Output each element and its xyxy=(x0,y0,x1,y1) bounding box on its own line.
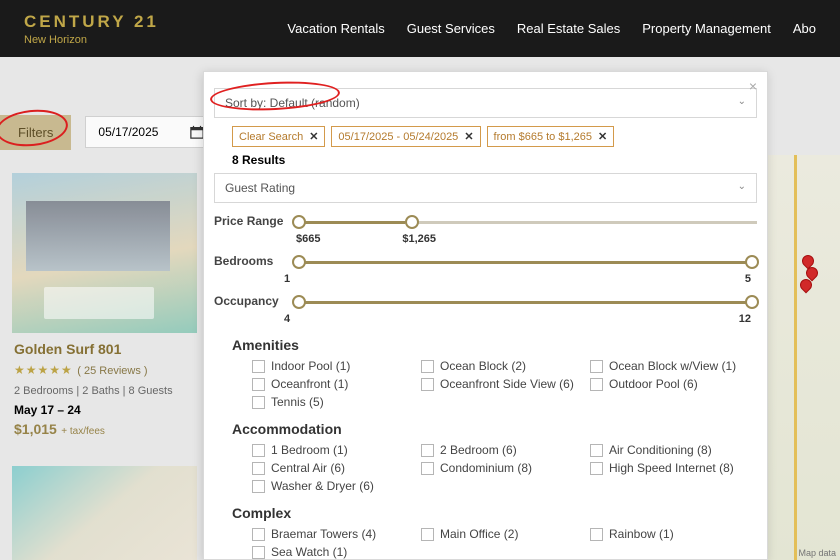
price-track[interactable] xyxy=(294,213,757,231)
complex-option[interactable]: Rainbow (1) xyxy=(590,527,749,541)
checkbox-icon[interactable] xyxy=(252,462,265,475)
nav-about[interactable]: Abo xyxy=(793,21,816,36)
main-nav: Vacation Rentals Guest Services Real Est… xyxy=(287,21,816,36)
checkbox-icon[interactable] xyxy=(252,528,265,541)
complex-heading: Complex xyxy=(232,505,767,521)
bedrooms-min-handle[interactable] xyxy=(292,255,306,269)
bedrooms-slider: Bedrooms 1 5 xyxy=(214,253,757,285)
filters-panel: × Sort by: Default (random) ⌄ Clear Sear… xyxy=(203,71,768,560)
amenities-grid: Indoor Pool (1) Ocean Block (2) Ocean Bl… xyxy=(252,359,749,409)
checkbox-icon[interactable] xyxy=(252,480,265,493)
occupancy-label: Occupancy xyxy=(214,294,286,308)
chevron-down-icon: ⌄ xyxy=(738,181,746,195)
chip-remove-icon[interactable]: ✕ xyxy=(464,130,473,143)
amenity-option[interactable]: Indoor Pool (1) xyxy=(252,359,411,373)
accommodation-option[interactable]: 1 Bedroom (1) xyxy=(252,443,411,457)
guest-rating-label: Guest Rating xyxy=(225,181,295,195)
checkbox-icon[interactable] xyxy=(590,378,603,391)
nav-real-estate-sales[interactable]: Real Estate Sales xyxy=(517,21,620,36)
occupancy-max-value: 12 xyxy=(739,313,751,325)
amenity-option[interactable]: Oceanfront Side View (6) xyxy=(421,377,580,391)
nav-vacation-rentals[interactable]: Vacation Rentals xyxy=(287,21,384,36)
price-max-handle[interactable] xyxy=(405,215,419,229)
accommodation-heading: Accommodation xyxy=(232,421,767,437)
price-min-value: $665 xyxy=(296,233,320,245)
results-count: 8 Results xyxy=(232,153,767,167)
accommodation-option[interactable]: 2 Bedroom (6) xyxy=(421,443,580,457)
price-range-label: Price Range xyxy=(214,214,286,228)
accommodation-option[interactable]: Condominium (8) xyxy=(421,461,580,475)
amenity-option[interactable]: Ocean Block w/View (1) xyxy=(590,359,749,373)
brand: CENTURY 21 New Horizon xyxy=(24,12,159,46)
occupancy-track[interactable] xyxy=(294,293,757,311)
nav-guest-services[interactable]: Guest Services xyxy=(407,21,495,36)
sort-dropdown[interactable]: Sort by: Default (random) ⌄ xyxy=(214,88,757,118)
accommodation-option[interactable]: Washer & Dryer (6) xyxy=(252,479,411,493)
bedrooms-track[interactable] xyxy=(294,253,757,271)
chip-date-range[interactable]: 05/17/2025 - 05/24/2025✕ xyxy=(331,126,480,147)
bedrooms-label: Bedrooms xyxy=(214,254,286,268)
chip-remove-icon[interactable]: ✕ xyxy=(598,130,607,143)
header-bar: CENTURY 21 New Horizon Vacation Rentals … xyxy=(0,0,840,57)
amenities-heading: Amenities xyxy=(232,337,767,353)
checkbox-icon[interactable] xyxy=(421,444,434,457)
checkbox-icon[interactable] xyxy=(421,360,434,373)
checkbox-icon[interactable] xyxy=(252,378,265,391)
checkbox-icon[interactable] xyxy=(252,360,265,373)
brand-main: CENTURY 21 xyxy=(24,12,159,32)
occupancy-max-handle[interactable] xyxy=(745,295,759,309)
bedrooms-max-handle[interactable] xyxy=(745,255,759,269)
accommodation-grid: 1 Bedroom (1) 2 Bedroom (6) Air Conditio… xyxy=(252,443,749,493)
price-range-slider: Price Range $665 $1,265 xyxy=(214,213,757,245)
checkbox-icon[interactable] xyxy=(421,528,434,541)
guest-rating-dropdown[interactable]: Guest Rating ⌄ xyxy=(214,173,757,203)
chip-clear-search[interactable]: Clear Search✕ xyxy=(232,126,325,147)
accommodation-option[interactable]: Central Air (6) xyxy=(252,461,411,475)
chip-price-range[interactable]: from $665 to $1,265✕ xyxy=(487,126,615,147)
occupancy-slider: Occupancy 4 12 xyxy=(214,293,757,325)
checkbox-icon[interactable] xyxy=(421,462,434,475)
checkbox-icon[interactable] xyxy=(590,444,603,457)
filter-chips: Clear Search✕ 05/17/2025 - 05/24/2025✕ f… xyxy=(232,126,757,147)
checkbox-icon[interactable] xyxy=(252,444,265,457)
amenity-option[interactable]: Oceanfront (1) xyxy=(252,377,411,391)
amenity-option[interactable]: Outdoor Pool (6) xyxy=(590,377,749,391)
checkbox-icon[interactable] xyxy=(252,396,265,409)
close-icon[interactable]: × xyxy=(749,78,757,94)
sort-label: Sort by: Default (random) xyxy=(225,96,360,110)
checkbox-icon[interactable] xyxy=(590,528,603,541)
complex-grid: Braemar Towers (4) Main Office (2) Rainb… xyxy=(252,527,749,559)
accommodation-option[interactable]: Air Conditioning (8) xyxy=(590,443,749,457)
accommodation-option[interactable]: High Speed Internet (8) xyxy=(590,461,749,475)
checkbox-icon[interactable] xyxy=(252,546,265,559)
checkbox-icon[interactable] xyxy=(590,360,603,373)
complex-option[interactable]: Main Office (2) xyxy=(421,527,580,541)
nav-property-management[interactable]: Property Management xyxy=(642,21,771,36)
price-max-value: $1,265 xyxy=(402,233,436,245)
bedrooms-min-value: 1 xyxy=(284,273,290,285)
checkbox-icon[interactable] xyxy=(421,378,434,391)
price-min-handle[interactable] xyxy=(292,215,306,229)
amenity-option[interactable]: Ocean Block (2) xyxy=(421,359,580,373)
chip-remove-icon[interactable]: ✕ xyxy=(309,130,318,143)
complex-option[interactable]: Sea Watch (1) xyxy=(252,545,411,559)
chevron-down-icon: ⌄ xyxy=(738,96,746,110)
complex-option[interactable]: Braemar Towers (4) xyxy=(252,527,411,541)
checkbox-icon[interactable] xyxy=(590,462,603,475)
occupancy-min-value: 4 xyxy=(284,313,290,325)
bedrooms-max-value: 5 xyxy=(745,273,751,285)
brand-sub: New Horizon xyxy=(24,34,159,46)
occupancy-min-handle[interactable] xyxy=(292,295,306,309)
amenity-option[interactable]: Tennis (5) xyxy=(252,395,411,409)
